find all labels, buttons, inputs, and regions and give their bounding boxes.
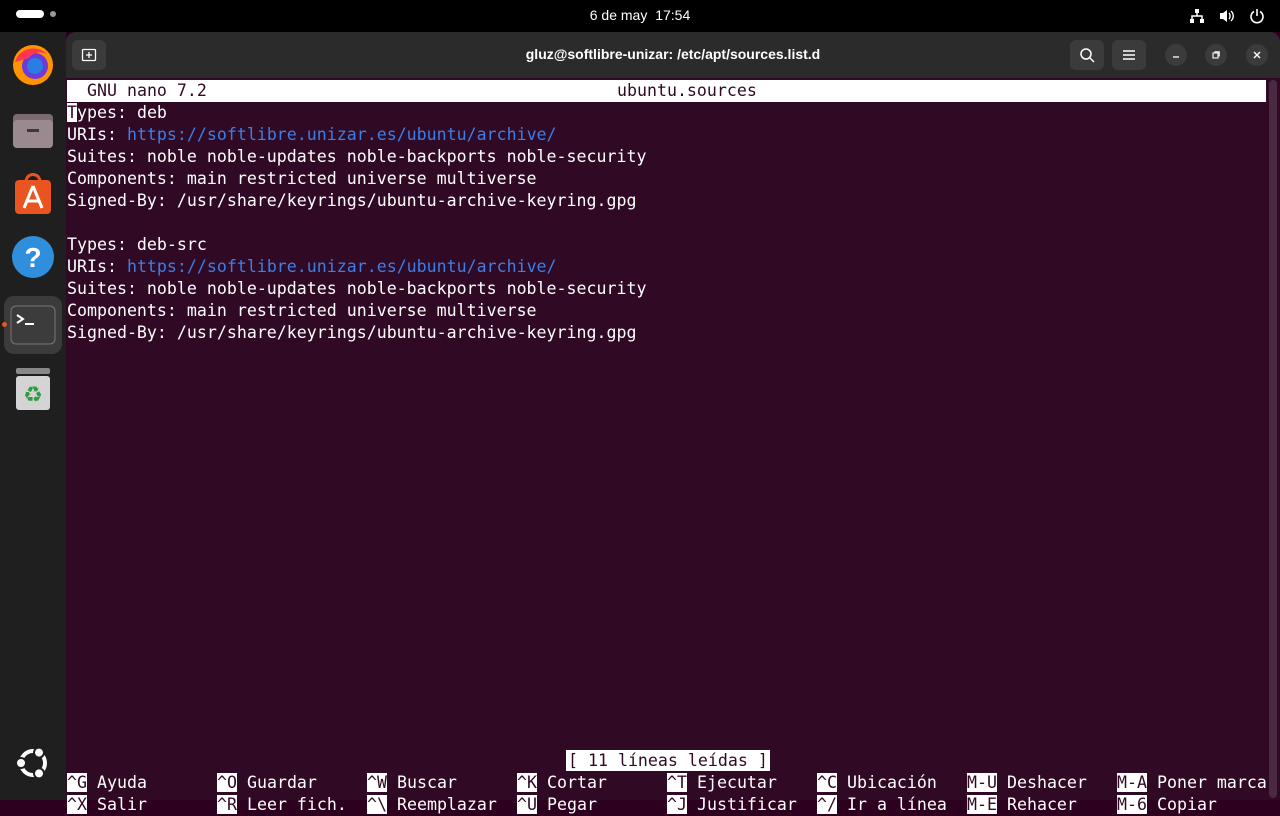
ubuntu-logo-icon	[15, 746, 47, 780]
nano-header-bar: GNU nano 7.2 ubuntu.sources	[67, 80, 1266, 102]
title-bar[interactable]: gluz@softlibre-unizar: /etc/apt/sources.…	[66, 32, 1280, 78]
app-center-icon	[15, 173, 51, 214]
terminal-window: gluz@softlibre-unizar: /etc/apt/sources.…	[66, 32, 1280, 814]
shortcut-execute[interactable]: ^T Ejecutar	[667, 772, 777, 794]
close-icon	[1253, 51, 1261, 59]
clock-date: 6 de may	[589, 7, 648, 23]
clock-time: 17:54	[655, 7, 691, 23]
nano-filename: ubuntu.sources	[617, 81, 757, 100]
shortcut-save[interactable]: ^O Guardar	[217, 772, 317, 794]
text-line-1[interactable]: Types: deb	[67, 102, 167, 124]
text-line-8[interactable]: URIs: https://softlibre.unizar.es/ubuntu…	[67, 256, 557, 278]
terminal-content[interactable]: GNU nano 7.2 ubuntu.sources Types: deb U…	[66, 78, 1280, 814]
running-indicator	[2, 322, 7, 327]
text-line-7[interactable]: Types: deb-src	[67, 234, 207, 256]
shortcut-go-to-line[interactable]: ^/ Ir a línea	[817, 794, 947, 816]
minimize-icon	[1173, 56, 1179, 58]
dock-show-apps[interactable]	[4, 734, 62, 792]
dock-files[interactable]	[4, 100, 62, 158]
text-line-9[interactable]: Suites: noble noble-updates noble-backpo…	[67, 278, 646, 300]
dock-firefox[interactable]	[4, 36, 62, 94]
shortcut-redo[interactable]: M-E Rehacer	[967, 794, 1077, 816]
search-icon	[1080, 48, 1095, 63]
svg-text:?: ?	[24, 242, 41, 273]
shortcut-help[interactable]: ^G Ayuda	[67, 772, 147, 794]
shortcut-undo[interactable]: M-U Deshacer	[967, 772, 1087, 794]
text-line-10[interactable]: Components: main restricted universe mul…	[67, 300, 537, 322]
status-message: [ 11 líneas leídas ]	[566, 750, 770, 771]
dock-app-center[interactable]	[4, 164, 62, 222]
top-bar: 6 de may 17:54	[0, 0, 1280, 32]
dock-terminal[interactable]	[2, 296, 62, 354]
restore-button[interactable]	[1205, 44, 1227, 66]
scrollbar[interactable]	[1269, 80, 1277, 798]
shortcut-set-mark[interactable]: M-A Poner marca	[1117, 772, 1267, 794]
shortcut-paste[interactable]: ^U Pegar	[517, 794, 597, 816]
terminal-icon	[10, 305, 56, 345]
text-cursor: T	[67, 103, 77, 122]
shortcut-cut[interactable]: ^K Cortar	[517, 772, 607, 794]
search-button[interactable]	[1070, 40, 1104, 70]
text-line-4[interactable]: Components: main restricted universe mul…	[67, 168, 537, 190]
text-line-5[interactable]: Signed-By: /usr/share/keyrings/ubuntu-ar…	[67, 190, 636, 212]
shortcut-copy[interactable]: M-6 Copiar	[1117, 794, 1217, 816]
dock-help[interactable]: ?	[4, 228, 62, 286]
close-button[interactable]	[1246, 44, 1268, 66]
text-line-2[interactable]: URIs: https://softlibre.unizar.es/ubuntu…	[67, 124, 557, 146]
menu-button[interactable]	[1112, 40, 1146, 70]
repo-url: https://softlibre.unizar.es/ubuntu/archi…	[126, 257, 557, 276]
firefox-icon	[13, 45, 53, 85]
network-icon[interactable]	[1188, 7, 1206, 25]
shortcut-search[interactable]: ^W Buscar	[367, 772, 457, 794]
text-line-3[interactable]: Suites: noble noble-updates noble-backpo…	[67, 146, 646, 168]
minimize-button[interactable]	[1165, 44, 1187, 66]
repo-url: https://softlibre.unizar.es/ubuntu/archi…	[126, 125, 557, 144]
dock-trash[interactable]: ♻	[4, 360, 62, 418]
shortcut-read-file[interactable]: ^R Leer fich.	[217, 794, 347, 816]
volume-icon[interactable]	[1218, 7, 1236, 25]
shortcut-justify[interactable]: ^J Justificar	[667, 794, 797, 816]
shortcut-exit[interactable]: ^X Salir	[67, 794, 147, 816]
text-line-11[interactable]: Signed-By: /usr/share/keyrings/ubuntu-ar…	[67, 322, 636, 344]
restore-icon	[1212, 51, 1220, 59]
nano-version: GNU nano 7.2	[87, 81, 207, 100]
system-tray[interactable]	[1188, 7, 1266, 25]
dock: ? ♻	[0, 32, 66, 800]
hamburger-icon	[1123, 50, 1135, 60]
trash-icon: ♻	[16, 368, 50, 410]
help-icon: ?	[12, 236, 54, 278]
shortcut-replace[interactable]: ^\ Reemplazar	[367, 794, 497, 816]
power-icon[interactable]	[1248, 7, 1266, 25]
folder-icon	[13, 114, 53, 148]
svg-text:♻: ♻	[23, 383, 43, 408]
clock[interactable]: 6 de may 17:54	[0, 7, 1280, 23]
shortcut-location[interactable]: ^C Ubicación	[817, 772, 937, 794]
